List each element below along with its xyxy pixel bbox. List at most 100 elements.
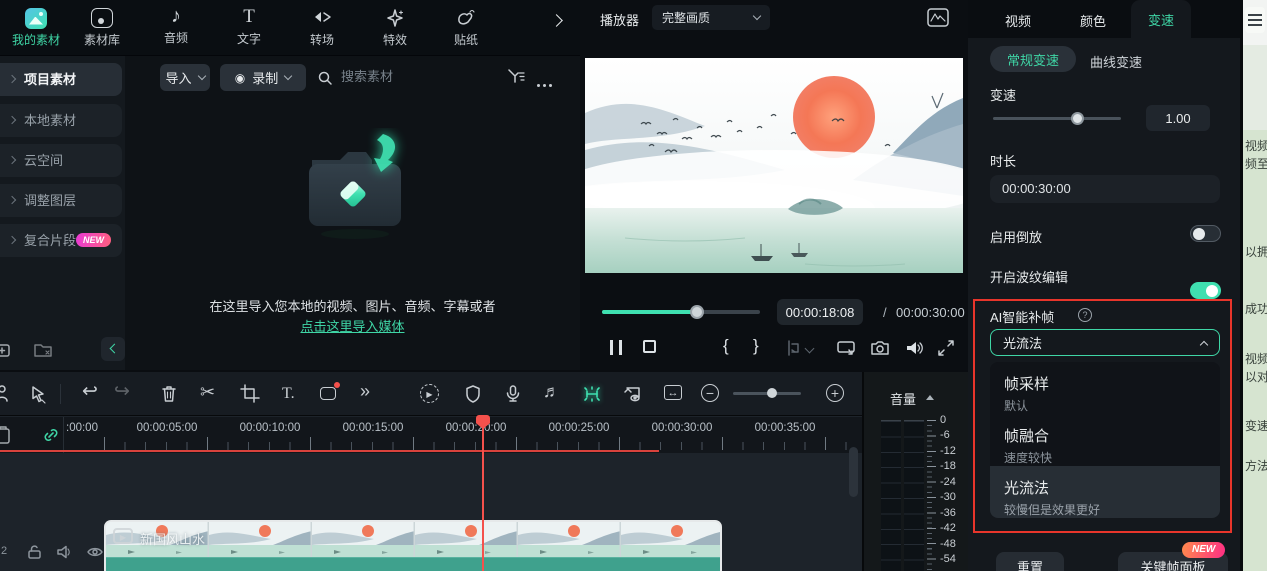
import-folder-icon[interactable] (287, 128, 427, 248)
text-tool-icon[interactable]: T. (282, 385, 295, 403)
nav-transitions[interactable]: 转场 (291, 5, 353, 48)
empty-hint-text: 在这里导入您本地的视频、图片、音频、字幕或者 (209, 299, 496, 314)
chevron-down-icon[interactable] (804, 343, 815, 354)
quality-value: 完整画质 (662, 11, 711, 25)
tab-color[interactable]: 颜色 (1068, 11, 1118, 30)
volume-meter-label[interactable]: 音量 (890, 389, 916, 408)
sidebar-item-adjustment-layer[interactable]: 调整图层 (0, 184, 122, 217)
sidebar-item-project-media[interactable]: 项目素材 (0, 63, 122, 96)
tab-video[interactable]: 视频 (993, 11, 1043, 30)
timeline-clip[interactable]: ▶ 新国风山水 (104, 520, 722, 571)
collapse-triangle-icon[interactable] (926, 395, 934, 400)
reset-button[interactable]: 重置 (996, 552, 1064, 571)
snapshot-add-icon[interactable] (0, 340, 12, 360)
preview-frame[interactable] (585, 58, 963, 273)
tab-speed[interactable]: 变速 (1131, 0, 1191, 38)
menu-option-frame-blending[interactable]: 帧融合 速度较快 (990, 414, 1220, 466)
help-icon[interactable]: ? (1078, 308, 1092, 322)
nav-library[interactable]: 素材库 (71, 5, 133, 48)
search-input[interactable] (339, 68, 469, 85)
meter-major-ticks (927, 420, 936, 571)
audio-clip-icon[interactable]: ♬ (543, 382, 560, 402)
nav-audio[interactable]: ♪ 音频 (145, 3, 207, 46)
stop-button[interactable] (643, 340, 656, 353)
mark-in-button[interactable]: { (723, 336, 729, 356)
link-clips-icon[interactable] (42, 426, 60, 444)
quality-dropdown[interactable]: 完整画质 (652, 5, 770, 30)
more-options-icon[interactable] (537, 74, 555, 92)
help-text-fragment: 变速 (1245, 419, 1267, 433)
nav-text[interactable]: T 文字 (218, 4, 280, 47)
shield-icon[interactable] (464, 384, 482, 404)
mute-track-icon[interactable] (56, 544, 74, 560)
zoom-slider-handle[interactable] (767, 388, 777, 398)
display-device-icon[interactable] (836, 339, 856, 357)
play-glyph: ▶ (119, 533, 127, 542)
cut-scissors-icon[interactable]: ✂ (200, 382, 215, 403)
record-button[interactable]: ◉ 录制 (220, 64, 306, 91)
paste-attributes-icon[interactable] (0, 425, 12, 445)
beat-detection-icon[interactable] (581, 384, 603, 404)
timeline: ↩ ↪ ✂ T. » ▶ ♬ ↔ − +:00:00 00:00:05:00 … (0, 372, 862, 571)
menu-option-frame-sampling[interactable]: 帧采样 默认 (990, 362, 1220, 414)
preview-render-icon[interactable] (622, 384, 644, 404)
hide-track-icon[interactable] (86, 545, 104, 559)
sidebar-item-cloud[interactable]: 云空间 (0, 144, 122, 177)
progress-fill (602, 310, 697, 314)
speed-value-box[interactable]: 1.00 (1146, 105, 1210, 131)
my-media-icon (25, 7, 47, 29)
voiceover-mic-icon[interactable] (504, 384, 522, 404)
zoom-out-icon[interactable]: − (701, 384, 719, 402)
current-time-box[interactable]: 00:00:18:08 (777, 299, 863, 325)
mark-out-button[interactable]: } (753, 336, 759, 356)
fit-timeline-icon[interactable]: ↔ (664, 385, 682, 400)
speed-slider-handle[interactable] (1071, 112, 1084, 125)
ai-frame-dropdown[interactable]: 光流法 (990, 329, 1220, 356)
render-preview-icon[interactable]: ▶ (420, 384, 439, 403)
subtab-speed-ramping[interactable]: 曲线变速 (1090, 52, 1142, 71)
menu-option-optical-flow[interactable]: 光流法 较慢但是效果更好 (990, 466, 1220, 518)
split-preview-icon[interactable] (783, 339, 801, 357)
nav-my-media[interactable]: 我的素材 (5, 5, 67, 48)
playhead-line[interactable] (482, 417, 484, 571)
reverse-toggle[interactable] (1190, 225, 1221, 242)
redo-icon[interactable]: ↪ (114, 380, 130, 403)
import-button[interactable]: 导入 (160, 64, 210, 91)
undo-icon[interactable]: ↩ (82, 380, 98, 403)
fullscreen-icon[interactable] (937, 339, 955, 357)
subtab-uniform-speed[interactable]: 常规变速 (990, 46, 1076, 72)
playback-progress[interactable] (602, 305, 760, 319)
nav-expand-chevron-icon[interactable] (550, 14, 563, 27)
histogram-icon[interactable] (926, 7, 950, 28)
nav-effects[interactable]: 特效 (364, 5, 426, 48)
volume-icon[interactable] (904, 339, 924, 357)
ripple-edit-toggle[interactable] (1190, 282, 1221, 299)
collapse-sidebar-button[interactable] (101, 337, 125, 361)
duration-input[interactable]: 00:00:30:00 (990, 175, 1220, 203)
sidebar-item-compound-clip[interactable]: 复合片段 NEW (0, 224, 122, 257)
nav-stickers[interactable]: 贴纸 (435, 5, 497, 48)
sidebar-item-local-media[interactable]: 本地素材 (0, 104, 122, 137)
vertical-scrollbar[interactable] (849, 447, 858, 497)
import-media-link[interactable]: 点击这里导入媒体 (125, 316, 580, 335)
select-cursor-icon[interactable] (28, 384, 48, 404)
delete-folder-icon[interactable] (32, 340, 54, 360)
mask-tool-icon[interactable] (320, 382, 340, 400)
filter-icon[interactable] (507, 68, 525, 84)
meter-channel-right (904, 420, 924, 571)
track-area[interactable]: ▶ 新国风山水 2 (0, 447, 862, 571)
timeline-ruler[interactable]: :00:00 00:00:05:00 00:00:10:00 00:00:15:… (0, 417, 862, 453)
hamburger-menu-icon[interactable] (1245, 7, 1265, 33)
progress-handle[interactable] (690, 305, 704, 319)
more-tools-icon[interactable]: » (360, 381, 370, 402)
media-tool-icon[interactable] (0, 384, 11, 404)
speed-slider[interactable] (993, 112, 1121, 125)
pause-button[interactable] (610, 340, 622, 355)
crop-icon[interactable] (240, 384, 260, 404)
keyframe-label: 关键帧面板 (1140, 559, 1206, 571)
snapshot-camera-icon[interactable] (870, 339, 890, 357)
delete-icon[interactable] (160, 384, 178, 404)
zoom-in-icon[interactable]: + (826, 384, 844, 402)
lock-track-icon[interactable] (26, 543, 43, 560)
timeline-zoom-slider[interactable] (733, 388, 801, 398)
